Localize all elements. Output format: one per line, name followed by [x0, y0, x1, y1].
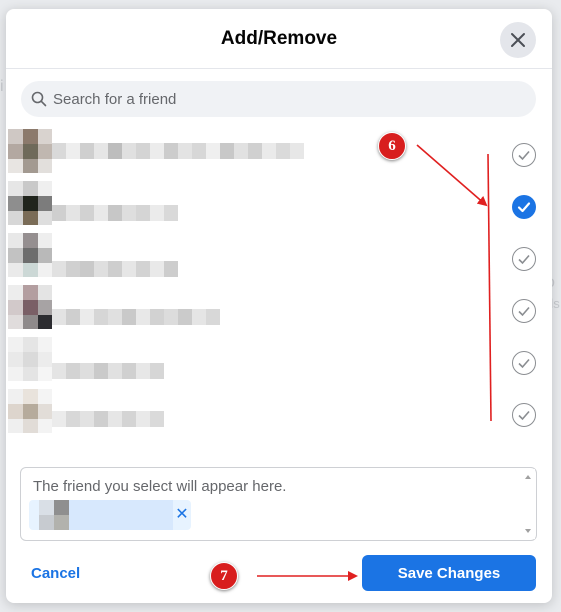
- search-input[interactable]: [53, 90, 493, 108]
- search-icon: [31, 91, 47, 107]
- dialog-header: Add/Remove: [6, 9, 552, 69]
- friend-select-checkbox-checked[interactable]: [512, 195, 536, 219]
- selected-friend-chip: ✕: [29, 500, 191, 530]
- friend-name-blurred: [52, 205, 178, 221]
- checkmark-icon: [517, 202, 531, 213]
- friend-avatar-blurred: [8, 285, 52, 329]
- friend-name-blurred: [52, 363, 164, 379]
- friend-name-blurred: [52, 411, 164, 427]
- checkmark-icon: [518, 410, 530, 421]
- scroll-up-arrow-icon[interactable]: [525, 475, 531, 479]
- friend-select-checkbox[interactable]: [512, 299, 536, 323]
- add-remove-dialog: Add/Remove Search for a friend The frien…: [6, 9, 552, 603]
- dialog-title: Add/Remove: [220, 28, 338, 49]
- friend-row[interactable]: [6, 129, 552, 181]
- friend-avatar-blurred: [8, 129, 52, 173]
- friend-row[interactable]: [6, 181, 552, 233]
- friend-select-checkbox[interactable]: [512, 143, 536, 167]
- search-bar[interactable]: [21, 81, 536, 117]
- selected-box-scrollbar[interactable]: [521, 469, 535, 539]
- friend-row[interactable]: [6, 389, 552, 441]
- friend-name-blurred: [52, 261, 178, 277]
- friend-row[interactable]: [6, 337, 552, 389]
- annotation-badge-7: 7: [210, 562, 238, 590]
- chip-name-blurred: [69, 500, 173, 530]
- friend-avatar-blurred: [8, 181, 52, 225]
- chip-avatar-blurred: [39, 500, 69, 530]
- checkmark-icon: [518, 254, 530, 265]
- friend-select-checkbox[interactable]: [512, 351, 536, 375]
- checkmark-icon: [518, 150, 530, 161]
- friend-avatar-blurred: [8, 233, 52, 277]
- save-changes-button[interactable]: Save Changes: [362, 555, 536, 591]
- background-text-fragment: i: [0, 78, 4, 95]
- friend-row[interactable]: [6, 233, 552, 285]
- friend-row[interactable]: [6, 285, 552, 337]
- friend-avatar-blurred: [8, 389, 52, 433]
- selected-box-placeholder: The friend you select will appear here.: [33, 478, 287, 495]
- annotation-badge-6: 6: [378, 132, 406, 160]
- cancel-button[interactable]: Cancel: [31, 565, 80, 582]
- close-icon: [511, 33, 525, 47]
- checkmark-icon: [518, 358, 530, 369]
- friend-avatar-blurred: [8, 337, 52, 381]
- friend-select-checkbox[interactable]: [512, 403, 536, 427]
- remove-chip-icon[interactable]: ✕: [174, 507, 190, 523]
- friend-name-blurred: [52, 143, 304, 159]
- friend-name-blurred: [52, 309, 220, 325]
- checkmark-icon: [518, 306, 530, 317]
- close-button[interactable]: [500, 22, 536, 58]
- selected-friends-box[interactable]: The friend you select will appear here. …: [20, 467, 537, 541]
- friend-select-checkbox[interactable]: [512, 247, 536, 271]
- scroll-down-arrow-icon[interactable]: [525, 529, 531, 533]
